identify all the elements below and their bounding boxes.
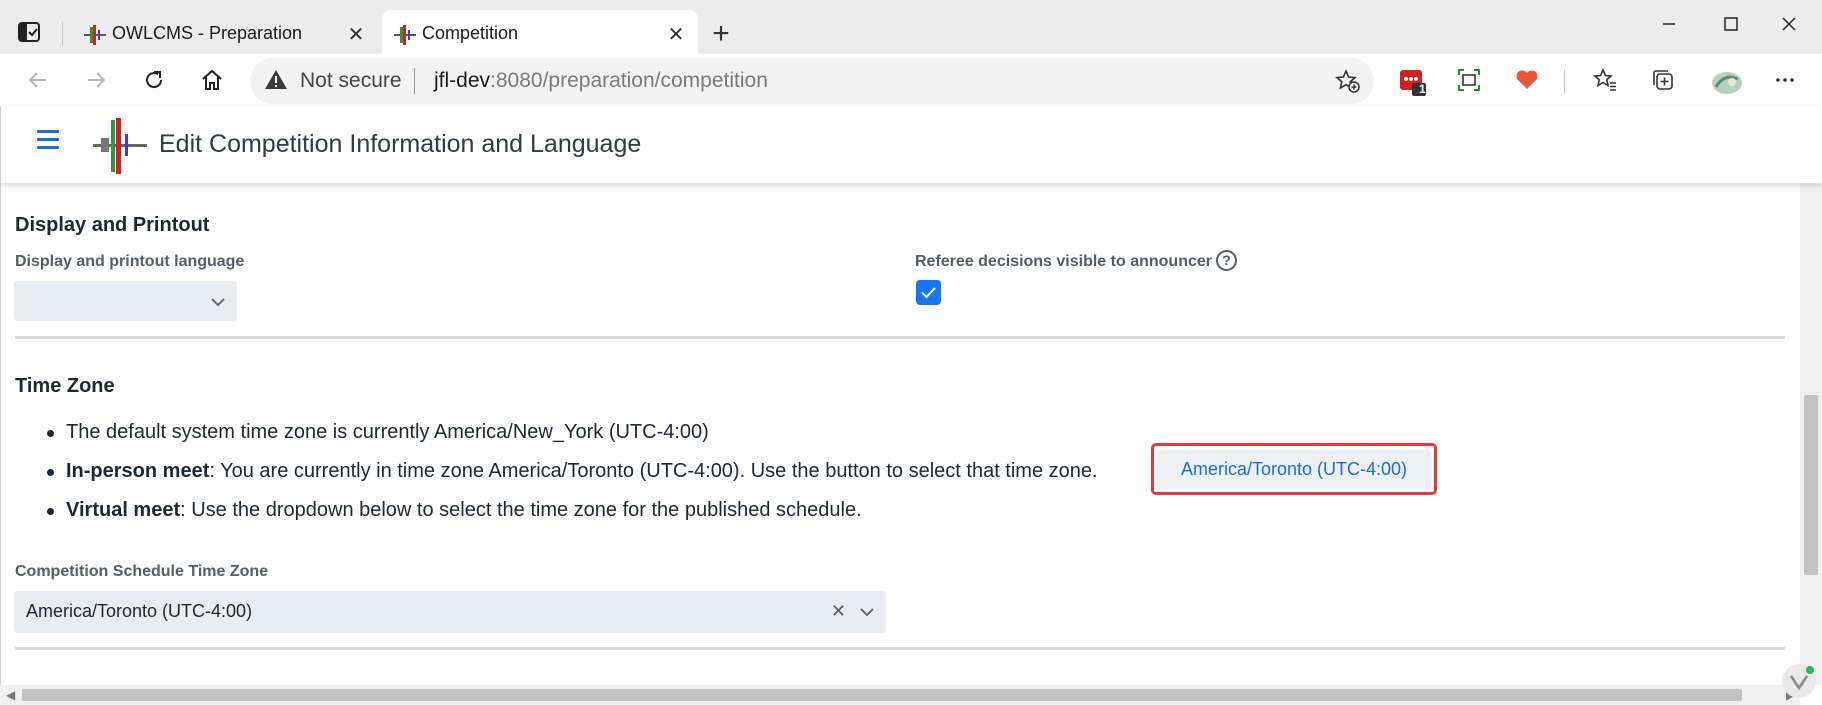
owlcms-logo xyxy=(93,118,147,174)
default-timezone-text: The default system time zone is currentl… xyxy=(66,421,709,443)
home-button[interactable] xyxy=(192,62,232,98)
maximize-icon xyxy=(1724,17,1738,31)
schedule-timezone-label: Competition Schedule Time Zone xyxy=(15,563,269,580)
home-icon xyxy=(202,69,222,90)
close-icon xyxy=(1782,17,1796,31)
vertical-scrollbar-thumb[interactable] xyxy=(1804,395,1818,575)
time-zone-heading: Time Zone xyxy=(15,375,115,397)
virtual-meet-label: Virtual meet xyxy=(66,499,181,521)
url-host: jfl-dev xyxy=(434,69,491,92)
language-select[interactable] xyxy=(14,281,237,321)
clear-icon[interactable]: ✕ xyxy=(831,601,846,622)
heart-extension-button[interactable] xyxy=(1508,62,1546,98)
language-field-label: Display and printout language xyxy=(15,253,245,270)
favorites-button[interactable] xyxy=(1586,62,1624,98)
security-status[interactable]: Not secure xyxy=(300,69,402,93)
back-button[interactable] xyxy=(18,62,58,98)
extension-badge: 1 xyxy=(1419,82,1426,96)
reload-icon xyxy=(146,71,163,89)
toolbar-divider xyxy=(1564,70,1565,94)
settings-more-button[interactable] xyxy=(1766,62,1804,98)
page-title: Edit Competition Information and Languag… xyxy=(159,130,642,158)
menu-hamburger-icon[interactable] xyxy=(35,130,61,156)
vaadin-devtools-icon[interactable] xyxy=(1782,664,1816,698)
help-question-icon[interactable]: ? xyxy=(1216,250,1237,271)
close-window-button[interactable] xyxy=(1760,6,1818,42)
chevron-down-icon[interactable] xyxy=(209,293,227,311)
url-text[interactable]: jfl-dev:8080/preparation/competition xyxy=(434,69,768,93)
referee-decisions-label: Referee decisions visible to announcer xyxy=(915,253,1212,270)
owlcms-favicon-icon xyxy=(394,25,416,45)
minimize-icon xyxy=(1663,23,1675,25)
scroll-left-icon[interactable]: ◀ xyxy=(6,688,15,702)
collections-icon xyxy=(1653,70,1673,90)
tab-separator xyxy=(62,22,63,46)
tab-title: OWLCMS - Preparation xyxy=(112,23,303,43)
screenshot-button[interactable] xyxy=(1450,62,1488,98)
back-arrow-icon xyxy=(28,72,46,88)
app-header: Edit Competition Information and Languag… xyxy=(0,106,1822,183)
in-person-meet-label: In-person meet xyxy=(66,460,210,482)
address-divider xyxy=(414,68,415,94)
browser-toolbar: Not secure jfl-dev:8080/preparation/comp… xyxy=(0,54,1822,106)
address-bar[interactable]: Not secure jfl-dev:8080/preparation/comp… xyxy=(250,58,1374,104)
list-item: Virtual meet: Use the dropdown below to … xyxy=(44,491,1098,530)
horizontal-scrollbar-thumb[interactable] xyxy=(22,689,1742,701)
select-current-timezone-button[interactable]: America/Toronto (UTC-4:00) xyxy=(1157,450,1431,489)
new-tab-button[interactable]: + xyxy=(706,19,736,50)
collections-button[interactable] xyxy=(1644,62,1682,98)
display-printout-heading: Display and Printout xyxy=(15,214,210,236)
tab-actions-icon[interactable] xyxy=(16,20,48,46)
checkmark-icon xyxy=(921,287,936,299)
time-zone-info-list: The default system time zone is currentl… xyxy=(44,413,1098,530)
list-item: The default system time zone is currentl… xyxy=(44,413,1098,452)
warning-icon[interactable] xyxy=(264,68,288,92)
favorites-icon xyxy=(1593,67,1616,91)
screenshot-icon xyxy=(1458,69,1480,91)
profile-avatar-icon xyxy=(1712,72,1742,94)
tab-title: Competition xyxy=(422,23,519,43)
forward-button[interactable] xyxy=(76,62,116,98)
in-person-meet-text: : You are currently in time zone America… xyxy=(209,460,1098,482)
tab-close-icon[interactable]: ✕ xyxy=(344,24,368,48)
maximize-button[interactable] xyxy=(1702,6,1760,42)
owlcms-favicon-icon xyxy=(84,25,106,45)
schedule-timezone-select[interactable]: America/Toronto (UTC-4:00) ✕ xyxy=(14,591,886,633)
more-dots-icon xyxy=(1776,78,1794,82)
section-divider xyxy=(15,336,1785,339)
section-divider xyxy=(15,647,1785,650)
forward-arrow-icon xyxy=(88,72,106,88)
add-favorite-icon[interactable] xyxy=(1334,68,1360,94)
reload-button[interactable] xyxy=(134,62,174,98)
url-path: :8080/preparation/competition xyxy=(490,69,768,92)
chevron-down-icon[interactable] xyxy=(858,603,876,621)
extension-button[interactable]: 1 xyxy=(1392,62,1430,98)
virtual-meet-text: : Use the dropdown below to select the t… xyxy=(180,499,862,521)
tab-close-icon[interactable]: ✕ xyxy=(664,24,688,48)
minimize-button[interactable] xyxy=(1640,6,1698,42)
list-item: In-person meet: You are currently in tim… xyxy=(44,452,1098,491)
profile-button[interactable] xyxy=(1704,62,1742,98)
schedule-timezone-value: America/Toronto (UTC-4:00) xyxy=(26,601,253,621)
heart-icon xyxy=(1516,70,1538,89)
referee-decisions-checkbox[interactable] xyxy=(916,280,941,305)
